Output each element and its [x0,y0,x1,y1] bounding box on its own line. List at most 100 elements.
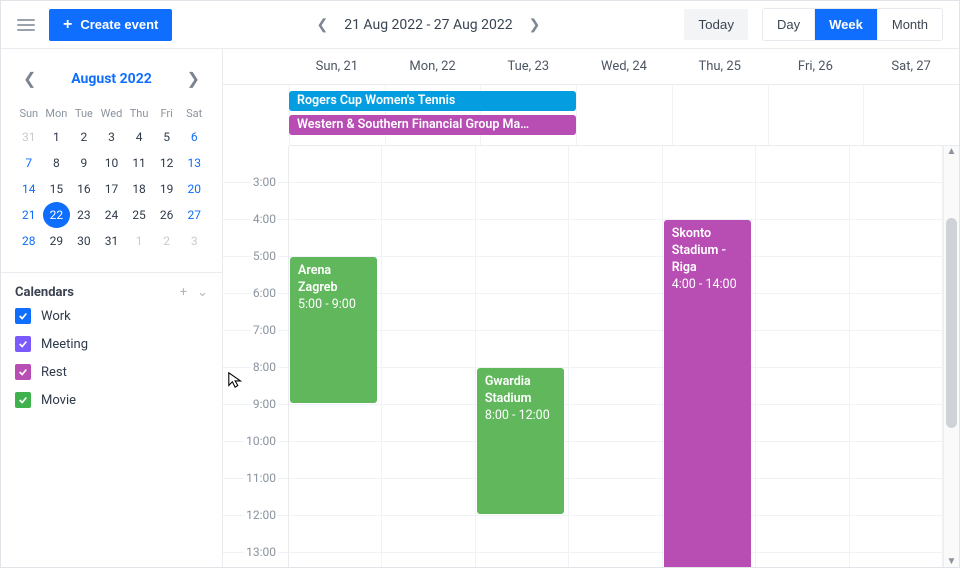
mini-day[interactable]: 21 [15,202,43,228]
mini-day[interactable]: 1 [43,124,71,150]
calendar-item[interactable]: Movie [15,392,208,408]
mini-day[interactable]: 20 [180,176,208,202]
mini-day[interactable]: 31 [15,124,43,150]
today-button[interactable]: Today [684,9,748,40]
mini-day[interactable]: 2 [153,228,181,254]
mini-day[interactable]: 18 [125,176,153,202]
next-week-button[interactable]: ❯ [525,12,545,37]
mini-day[interactable]: 17 [98,176,126,202]
right-controls: Today Day Week Month [684,8,943,41]
vertical-scrollbar[interactable]: ▲ ▼ [943,146,959,567]
scroll-down-icon[interactable]: ▼ [944,556,959,567]
calendar-checkbox[interactable] [15,392,31,408]
mini-calendar: SunMonTueWedThuFriSat 311234567891011121… [1,101,222,264]
mini-day[interactable]: 28 [15,228,43,254]
mini-day[interactable]: 27 [180,202,208,228]
mini-day[interactable]: 1 [125,228,153,254]
time-gutter: 3:004:005:006:007:008:009:0010:0011:0012… [223,146,289,567]
day-header: Fri, 26 [768,49,864,84]
expand-calendars-icon[interactable]: ⌄ [197,285,208,300]
week-grid[interactable]: Arena Zagreb5:00 - 9:00 Gwardia Stadium8:… [289,146,943,567]
mini-day[interactable]: 11 [125,150,153,176]
prev-week-button[interactable]: ❮ [312,12,332,37]
mini-day[interactable]: 15 [43,176,71,202]
day-header: Sun, 21 [289,49,385,84]
mini-day[interactable]: 6 [180,124,208,150]
mini-day[interactable]: 7 [15,150,43,176]
mini-day[interactable]: 24 [98,202,126,228]
time-label: 13:00 [244,545,278,559]
mini-dow: Mon [43,101,71,124]
mini-day[interactable]: 31 [98,228,126,254]
calendar-checkbox[interactable] [15,364,31,380]
hamburger-icon[interactable] [17,19,35,31]
event-time: 5:00 - 9:00 [298,297,369,314]
day-header: Sat, 27 [863,49,959,84]
view-month[interactable]: Month [877,9,942,40]
calendar-label: Meeting [41,337,88,352]
time-label: 12:00 [244,508,278,522]
day-column[interactable] [569,146,662,567]
event[interactable]: Arena Zagreb5:00 - 9:00 [290,257,377,403]
event-title: Arena Zagreb [298,263,369,297]
mini-day[interactable]: 4 [125,124,153,150]
day-column[interactable] [850,146,943,567]
add-calendar-icon[interactable]: + [180,285,187,300]
scroll-up-icon[interactable]: ▲ [944,146,959,157]
time-label: 5:00 [251,249,278,263]
mini-day[interactable]: 3 [98,124,126,150]
scroll-area: 3:004:005:006:007:008:009:0010:0011:0012… [223,146,959,567]
mini-day[interactable]: 30 [70,228,98,254]
scrollbar-thumb[interactable] [946,218,957,428]
mini-day[interactable]: 10 [98,150,126,176]
mini-dow: Sat [180,101,208,124]
event-time: 8:00 - 12:00 [485,408,556,425]
time-label: 11:00 [244,471,278,485]
mini-day[interactable]: 29 [43,228,71,254]
day-column[interactable]: Arena Zagreb5:00 - 9:00 [289,146,382,567]
calendar-checkbox[interactable] [15,308,31,324]
mini-day[interactable]: 8 [43,150,71,176]
event[interactable]: Skonto Stadium - Riga4:00 - 14:00 [664,220,751,567]
mini-day[interactable]: 5 [153,124,181,150]
calendar-item[interactable]: Rest [15,364,208,380]
mini-day[interactable]: 2 [70,124,98,150]
mini-day[interactable]: 22 [43,202,71,228]
mini-day[interactable]: 14 [15,176,43,202]
allday-event[interactable]: Rogers Cup Women's Tennis [289,91,576,111]
day-column[interactable] [756,146,849,567]
event-title: Gwardia Stadium [485,374,556,408]
mini-day[interactable]: 23 [70,202,98,228]
time-label: 6:00 [251,286,278,300]
mini-day[interactable]: 3 [180,228,208,254]
day-column[interactable]: Skonto Stadium - Riga4:00 - 14:00 [663,146,756,567]
day-header: Wed, 24 [576,49,672,84]
allday-event[interactable]: Western & Southern Financial Group Ma… [289,115,576,135]
mini-prev-month[interactable]: ❮ [17,65,42,93]
mini-day[interactable]: 25 [125,202,153,228]
week-header: Sun, 21Mon, 22Tue, 23Wed, 24Thu, 25Fri, … [223,49,959,85]
time-label: 9:00 [251,397,278,411]
view-day[interactable]: Day [763,9,814,40]
view-week[interactable]: Week [814,9,877,40]
time-label: 4:00 [251,212,278,226]
event-title: Skonto Stadium - Riga [672,226,743,277]
date-range-nav: ❮ 21 Aug 2022 - 27 Aug 2022 ❯ [186,12,670,37]
create-event-button[interactable]: + Create event [49,9,172,41]
mini-next-month[interactable]: ❯ [181,65,206,93]
calendar-item[interactable]: Work [15,308,208,324]
calendar-label: Work [41,309,71,324]
week-view: Sun, 21Mon, 22Tue, 23Wed, 24Thu, 25Fri, … [223,49,959,567]
mini-day[interactable]: 13 [180,150,208,176]
calendar-item[interactable]: Meeting [15,336,208,352]
event[interactable]: Gwardia Stadium8:00 - 12:00 [477,368,564,514]
mini-day[interactable]: 12 [153,150,181,176]
calendar-checkbox[interactable] [15,336,31,352]
view-switcher: Day Week Month [762,8,943,41]
mini-day[interactable]: 26 [153,202,181,228]
day-column[interactable]: Gwardia Stadium8:00 - 12:00 [476,146,569,567]
mini-day[interactable]: 9 [70,150,98,176]
day-column[interactable] [382,146,475,567]
mini-day[interactable]: 19 [153,176,181,202]
mini-day[interactable]: 16 [70,176,98,202]
